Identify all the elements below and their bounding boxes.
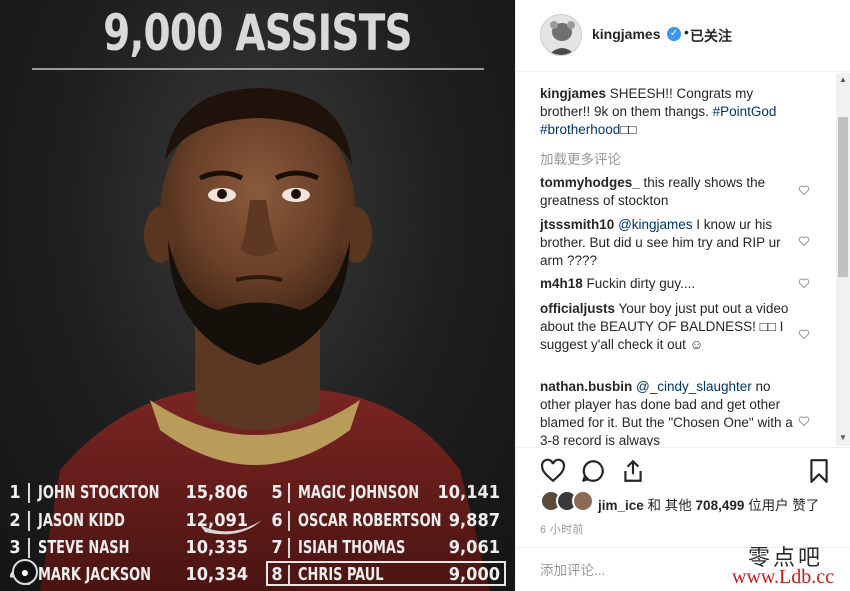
likes-count[interactable]: 708,499 [696,498,745,513]
likes-text[interactable]: jim_ice 和 其他 708,499 位用户 赞了 [598,494,819,514]
leaderboard-divider [288,483,290,503]
leaderboard-rank: 1 [9,482,21,503]
scrollbar-thumb[interactable] [838,117,848,277]
leaderboard-row: 4 MARK JACKSON 10,334 [8,562,248,588]
leaderboard-row: 5 MAGIC JOHNSON 10,141 [270,480,500,506]
comment-icon[interactable] [580,458,606,484]
follow-status-button[interactable]: 已关注 [690,26,732,46]
leaderboard-name: JASON KIDD [38,510,125,531]
comment-mention[interactable]: @_cindy_slaughter [636,379,752,394]
heart-icon[interactable] [798,328,810,340]
comment-username[interactable]: officialjusts [540,301,615,316]
leaderboard-name: MAGIC JOHNSON [298,482,420,503]
heart-icon[interactable] [798,277,810,289]
leaderboard-rank: 3 [9,537,21,558]
comments-scrollbar[interactable]: ▲ ▼ [836,73,850,446]
leaderboard-value: 10,141 [437,482,501,503]
share-icon[interactable] [620,458,646,484]
likes-connector: 和 其他 [643,498,696,513]
post-sidebar: kingjames ✓ • 已关注 kingjames SHEESH!! Con… [515,0,850,591]
comment-username[interactable]: jtsssmith10 [540,217,614,232]
like-heart-icon[interactable] [540,458,566,484]
leaderboard-value: 15,806 [185,482,249,503]
leaderboard-divider [288,565,290,585]
leaderboard-name: CHRIS PAUL [298,564,384,585]
likes-summary: jim_ice 和 其他 708,499 位用户 赞了 [540,490,840,514]
leaderboard-row: 3 STEVE NASH 10,335 [8,535,248,561]
comment-username[interactable]: nathan.busbin [540,379,632,394]
leaderboard-value: 9,000 [448,564,500,585]
header-username[interactable]: kingjames [592,26,660,42]
leaderboard-rank: 5 [271,482,283,503]
leaderboard-name: STEVE NASH [38,537,130,558]
leaderboard-value: 9,887 [448,510,500,531]
comment-mention[interactable]: @kingjames [618,217,692,232]
heart-icon[interactable] [798,235,810,247]
leaderboard-value: 12,091 [185,510,249,531]
comment-username[interactable]: m4h18 [540,276,583,291]
leaderboard-row: 2 JASON KIDD 12,091 [8,508,248,534]
post-image[interactable]: 9,000 ASSISTS 1 JOHN STOCKTON 15,806 2 J… [0,0,515,591]
liker-username[interactable]: jim_ice [598,498,644,513]
leaderboard-row: 6 OSCAR ROBERTSON 9,887 [270,508,500,534]
comment-item: jtsssmith10 @kingjames I know ur his bro… [540,216,805,270]
leaderboard-name: ISIAH THOMAS [298,537,406,558]
leaderboard-row: 1 JOHN STOCKTON 15,806 [8,480,248,506]
comment-text: Fuckin dirty guy.... [582,276,696,291]
load-more-comments-button[interactable]: 加载更多评论 [540,148,621,168]
assists-leaderboard: 1 JOHN STOCKTON 15,806 2 JASON KIDD 12,0… [8,478,508,588]
leaderboard-value: 9,061 [448,537,500,558]
add-comment-input[interactable] [540,560,740,580]
caption-username[interactable]: kingjames [540,86,606,101]
leaderboard-value: 10,335 [185,537,249,558]
leaderboard-rank: 7 [271,537,283,558]
liker-avatar[interactable] [572,490,594,512]
avatar-image-icon [541,15,581,55]
post-timestamp[interactable]: 6 小时前 [540,521,584,537]
caption-hashtag[interactable]: #PointGod [713,104,777,119]
leaderboard-row: 7 ISIAH THOMAS 9,061 [270,535,500,561]
leaderboard-rank: 8 [271,564,283,585]
comment-item: tommyhodges_ this really shows the great… [540,174,805,210]
comments-list: kingjames SHEESH!! Congrats my brother!!… [516,73,836,446]
leaderboard-name: MARK JACKSON [38,564,152,585]
likes-suffix: 位用户 赞了 [744,498,820,513]
comment-item: nathan.busbin @_cindy_slaughter no other… [540,378,805,446]
caption-hashtag[interactable]: #brotherhood [540,122,620,137]
image-headline: 9,000 ASSISTS [103,4,412,62]
leaderboard-divider [28,511,30,531]
leaderboard-rank: 2 [9,510,21,531]
post-caption: kingjames SHEESH!! Congrats my brother!!… [540,85,805,139]
leaderboard-name: OSCAR ROBERTSON [298,510,442,531]
leaderboard-divider [288,538,290,558]
leaderboard-divider [288,511,290,531]
leaderboard-name: JOHN STOCKTON [38,482,160,503]
bookmark-icon[interactable] [806,458,832,484]
scroll-down-icon[interactable]: ▼ [839,433,847,442]
leaderboard-divider [28,538,30,558]
header-separator: • [684,24,689,40]
action-bar [516,447,850,491]
leaderboard-rank: 6 [271,510,283,531]
caption-tail: □□ [620,122,637,137]
heart-icon[interactable] [798,184,810,196]
heart-icon[interactable] [798,415,810,427]
comment-item: officialjusts Your boy just put out a vi… [540,300,805,354]
verified-badge-icon: ✓ [667,27,681,41]
watermark-url: www.Ldb.cc [732,566,835,588]
leaderboard-value: 10,334 [185,564,249,585]
leaderboard-divider [28,483,30,503]
comment-username[interactable]: tommyhodges_ [540,175,640,190]
avatar[interactable] [540,14,582,56]
post-header: kingjames ✓ • 已关注 [516,0,850,72]
scroll-up-icon[interactable]: ▲ [839,75,847,84]
leaderboard-row-highlight: 8 CHRIS PAUL 9,000 [270,562,500,588]
user-tag-icon[interactable]: ● [12,559,38,585]
comment-item: m4h18 Fuckin dirty guy.... [540,275,805,293]
